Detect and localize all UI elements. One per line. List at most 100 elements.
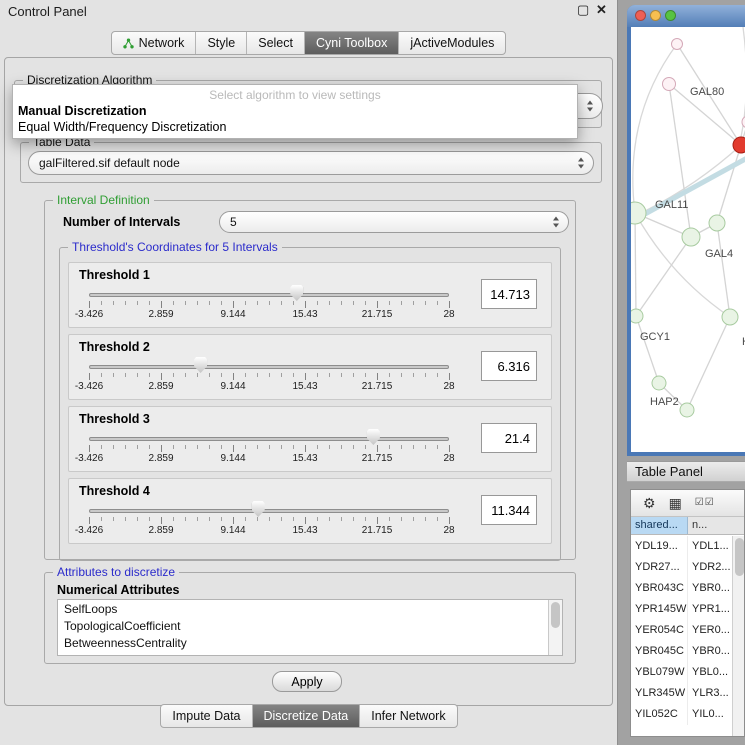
cell-name[interactable]: YER0...: [688, 620, 732, 641]
table-data-combo[interactable]: galFiltered.sif default node: [28, 151, 594, 175]
network-node[interactable]: [680, 403, 694, 417]
cell-name[interactable]: YDL1...: [688, 536, 732, 557]
scale-label: -3.426: [75, 309, 103, 320]
list-item[interactable]: TopologicalCoefficient: [58, 617, 562, 634]
table-scrollbar[interactable]: [732, 536, 744, 736]
threshold-value-box[interactable]: 14.713: [481, 279, 537, 309]
network-node[interactable]: [652, 376, 666, 390]
table-row[interactable]: YER054CYER0...: [631, 620, 732, 641]
threshold-value-box[interactable]: 6.316: [481, 351, 537, 381]
cell-shared-name[interactable]: YBL079W: [631, 662, 688, 683]
network-edge[interactable]: [635, 213, 636, 316]
cell-name[interactable]: YIL0...: [688, 704, 732, 725]
network-node[interactable]: [733, 137, 745, 153]
cell-shared-name[interactable]: YIL052C: [631, 704, 688, 725]
cell-shared-name[interactable]: YLR345W: [631, 683, 688, 704]
slider-track[interactable]: [89, 293, 449, 297]
tab-jactivemodules[interactable]: jActiveModules: [398, 32, 505, 54]
dropdown-option-equal-width[interactable]: Equal Width/Frequency Discretization: [13, 119, 577, 135]
scale-label: 28: [443, 525, 454, 536]
columns-icon[interactable]: ▦: [669, 496, 682, 510]
tab-select[interactable]: Select: [246, 32, 304, 54]
slider-thumb[interactable]: [252, 501, 265, 517]
table-row[interactable]: YLR345WYLR3...: [631, 683, 732, 704]
scrollbar-thumb[interactable]: [551, 602, 560, 628]
cell-name[interactable]: YDR2...: [688, 557, 732, 578]
node-label: GCY1: [640, 331, 670, 343]
tab-network[interactable]: Network: [112, 32, 196, 54]
cell-shared-name[interactable]: YDL19...: [631, 536, 688, 557]
gear-icon[interactable]: ⚙: [643, 496, 656, 510]
scale-label: 21.715: [362, 381, 393, 392]
network-edge[interactable]: [669, 84, 691, 237]
scrollbar-thumb[interactable]: [735, 538, 744, 576]
cell-name[interactable]: YBR0...: [688, 641, 732, 662]
network-node[interactable]: [631, 202, 646, 224]
cell-name[interactable]: YLR3...: [688, 683, 732, 704]
network-node[interactable]: [709, 215, 725, 231]
slider-thumb[interactable]: [194, 357, 207, 373]
cell-shared-name[interactable]: YDR27...: [631, 557, 688, 578]
slider-thumb[interactable]: [367, 429, 380, 445]
list-item[interactable]: BetweennessCentrality: [58, 634, 562, 651]
number-of-intervals-combo[interactable]: 5: [219, 211, 569, 233]
network-edge[interactable]: [636, 316, 659, 383]
select-columns-icon[interactable]: ☑☑: [695, 498, 715, 508]
cell-name[interactable]: YBL0...: [688, 662, 732, 683]
table-row[interactable]: YBL079WYBL0...: [631, 662, 732, 683]
table-row[interactable]: YBR045CYBR0...: [631, 641, 732, 662]
network-edge[interactable]: [633, 44, 677, 213]
cell-name[interactable]: YBR0...: [688, 578, 732, 599]
thresholds-group: Threshold's Coordinates for 5 Intervals …: [59, 247, 561, 561]
network-edge[interactable]: [717, 223, 730, 317]
slider-thumb[interactable]: [290, 285, 303, 301]
threshold-label: Threshold 4: [79, 484, 150, 498]
scale-label: 9.144: [220, 453, 245, 464]
tab-infer-network[interactable]: Infer Network: [359, 705, 456, 727]
column-header-shared-name[interactable]: shared...: [631, 517, 688, 534]
table-row[interactable]: YDR27...YDR2...: [631, 557, 732, 578]
column-header-name[interactable]: n...: [688, 517, 744, 534]
network-node[interactable]: [663, 78, 676, 91]
table-row[interactable]: YPR145WYPR1...: [631, 599, 732, 620]
apply-button[interactable]: Apply: [272, 671, 342, 692]
tab-discretize-data[interactable]: Discretize Data: [252, 705, 360, 727]
network-window-titlebar[interactable]: [627, 5, 745, 27]
attributes-scrollbar[interactable]: [548, 600, 562, 655]
dropdown-option-manual[interactable]: Manual Discretization: [13, 103, 577, 119]
collapse-window-icon[interactable]: ▢: [577, 2, 589, 18]
cell-name[interactable]: YPR1...: [688, 599, 732, 620]
network-node[interactable]: [631, 309, 643, 323]
network-node[interactable]: [672, 39, 683, 50]
threshold-value-box[interactable]: 21.4: [481, 423, 537, 453]
network-edge[interactable]: [717, 145, 741, 223]
slider-track[interactable]: [89, 365, 449, 369]
network-canvas[interactable]: GAL80GAL11GAL4GCY1HAP2H: [631, 27, 745, 452]
close-button[interactable]: [635, 10, 646, 21]
zoom-button[interactable]: [665, 10, 676, 21]
scale-label: 9.144: [220, 309, 245, 320]
tab-impute-data[interactable]: Impute Data: [161, 705, 251, 727]
network-node[interactable]: [722, 309, 738, 325]
table-row[interactable]: YIL052CYIL0...: [631, 704, 732, 725]
slider-track[interactable]: [89, 509, 449, 513]
tab-style[interactable]: Style: [195, 32, 246, 54]
tab-label: Infer Network: [371, 709, 445, 723]
cell-shared-name[interactable]: YPR145W: [631, 599, 688, 620]
list-item[interactable]: SelfLoops: [58, 600, 562, 617]
tab-cyni-toolbox[interactable]: Cyni Toolbox: [304, 32, 398, 54]
cell-shared-name[interactable]: YBR043C: [631, 578, 688, 599]
scale-label: 2.859: [148, 381, 173, 392]
scale-label: 2.859: [148, 453, 173, 464]
table-panel-title: Table Panel: [635, 464, 703, 479]
table-row[interactable]: YDL19...YDL1...: [631, 536, 732, 557]
network-node[interactable]: [682, 228, 700, 246]
table-row[interactable]: YBR043CYBR0...: [631, 578, 732, 599]
slider-track[interactable]: [89, 437, 449, 441]
minimize-button[interactable]: [650, 10, 661, 21]
cell-shared-name[interactable]: YBR045C: [631, 641, 688, 662]
cell-shared-name[interactable]: YER054C: [631, 620, 688, 641]
network-edge[interactable]: [687, 317, 730, 410]
close-window-icon[interactable]: ✕: [596, 2, 607, 18]
threshold-value-box[interactable]: 11.344: [481, 495, 537, 525]
